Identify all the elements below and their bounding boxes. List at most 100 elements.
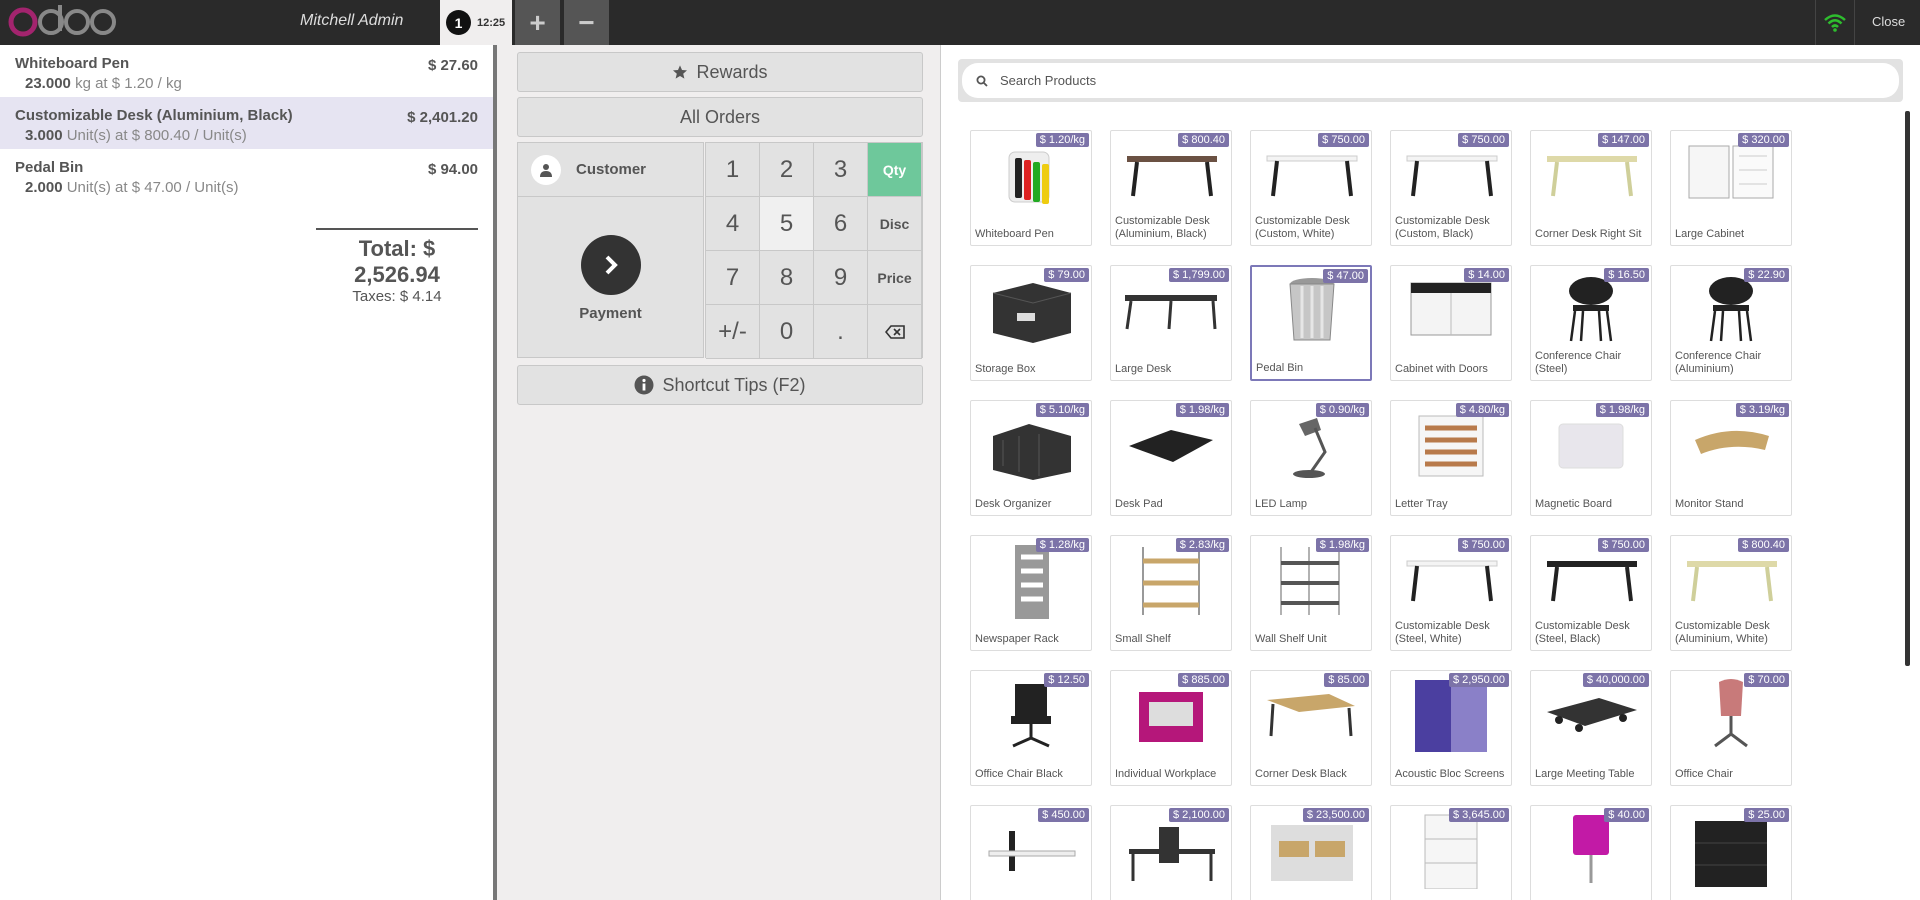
product-card[interactable]: $ 85.00 Corner Desk Black [1250, 670, 1372, 786]
payment-label: Payment [579, 305, 642, 322]
product-card[interactable]: $ 4.80/kg Letter Tray [1390, 400, 1512, 516]
search-placeholder: Search Products [1000, 73, 1097, 88]
product-scrollbar[interactable] [1905, 111, 1910, 666]
numpad-key-decimal[interactable]: . [814, 305, 868, 359]
orderline[interactable]: Pedal Bin $ 94.00 2.000 Unit(s) at $ 47.… [0, 149, 493, 201]
numpad-key-6[interactable]: 6 [814, 197, 868, 251]
payment-button[interactable]: Payment [518, 197, 703, 322]
product-card[interactable]: $ 79.00 Storage Box [970, 265, 1092, 381]
product-name: Customizable Desk (Steel, White) [1395, 620, 1490, 645]
numpad-key-3[interactable]: 3 [814, 143, 868, 197]
customer-button[interactable]: Customer [518, 143, 703, 197]
orderline[interactable]: Whiteboard Pen $ 27.60 23.000 kg at $ 1.… [0, 45, 493, 97]
product-name: Customizable Desk (Steel, Black) [1535, 620, 1630, 645]
order-tab[interactable]: 1 12:25 [440, 0, 512, 45]
product-card[interactable]: $ 16.50 Conference Chair (Steel) [1530, 265, 1652, 381]
product-card[interactable]: $ 320.00 Large Cabinet [1670, 130, 1792, 246]
product-card[interactable]: $ 3.19/kg Monitor Stand [1670, 400, 1792, 516]
product-price: $ 1,799.00 [1169, 268, 1229, 282]
product-card[interactable]: $ 2,950.00 Acoustic Bloc Screens [1390, 670, 1512, 786]
product-card[interactable]: $ 12.50 Office Chair Black [970, 670, 1092, 786]
shortcut-tips-button[interactable]: Shortcut Tips (F2) [517, 365, 923, 405]
product-card[interactable]: $ 750.00 Customizable Desk (Custom, Black… [1390, 130, 1512, 246]
product-card[interactable]: $ 885.00 Individual Workplace [1110, 670, 1232, 786]
rewards-button[interactable]: Rewards [517, 52, 923, 92]
product-price: $ 1.20/kg [1035, 133, 1089, 147]
product-image-workplace [1119, 677, 1223, 753]
product-card[interactable]: $ 23,500.00 [1250, 805, 1372, 900]
product-card[interactable]: $ 800.40 Customizable Desk (Aluminium, Wh… [1670, 535, 1792, 651]
disc-mode-button[interactable]: Disc [868, 197, 922, 251]
product-name: Conference Chair (Aluminium) [1675, 350, 1762, 375]
add-order-button[interactable]: + [515, 0, 560, 45]
cashier-name[interactable]: Mitchell Admin [300, 12, 403, 30]
price-mode-button[interactable]: Price [868, 251, 922, 305]
product-price: $ 3,645.00 [1449, 808, 1509, 822]
product-name: Large Meeting Table [1535, 768, 1635, 780]
product-card[interactable]: $ 800.40 Customizable Desk (Aluminium, Bl… [1110, 130, 1232, 246]
wifi-status-button[interactable] [1815, 0, 1855, 45]
order-number: 1 [446, 10, 471, 35]
product-card[interactable]: $ 450.00 [970, 805, 1092, 900]
product-card[interactable]: $ 147.00 Corner Desk Right Sit [1530, 130, 1652, 246]
orderline-selected[interactable]: Customizable Desk (Aluminium, Black) $ 2… [0, 97, 493, 149]
numpad-key-2[interactable]: 2 [760, 143, 814, 197]
numpad-key-7[interactable]: 7 [706, 251, 760, 305]
product-image-rack [979, 542, 1083, 619]
product-card[interactable]: $ 25.00 [1670, 805, 1792, 900]
product-card[interactable]: $ 1.98/kg Wall Shelf Unit [1250, 535, 1372, 651]
numpad-key-0[interactable]: 0 [760, 305, 814, 359]
numpad-key-1[interactable]: 1 [706, 143, 760, 197]
orderline-price: $ 2,401.20 [407, 109, 478, 126]
search-input[interactable]: Search Products [962, 63, 1899, 98]
product-price: $ 70.00 [1744, 673, 1789, 687]
product-image-desk-white [1259, 137, 1363, 213]
product-card[interactable]: $ 750.00 Customizable Desk (Steel, Black) [1530, 535, 1652, 651]
orderline-qty: 3.000 [25, 127, 63, 144]
product-price: $ 750.00 [1458, 538, 1509, 552]
product-card[interactable]: $ 1.20/kg Whiteboard Pen [970, 130, 1092, 246]
product-price: $ 3.19/kg [1735, 403, 1789, 417]
product-card[interactable]: $ 14.00 Cabinet with Doors [1390, 265, 1512, 381]
qty-mode-button[interactable]: Qty [868, 143, 922, 197]
numpad-key-sign[interactable]: +/- [706, 305, 760, 359]
close-button[interactable]: Close [1872, 14, 1905, 29]
product-image-desk-black [1539, 542, 1643, 618]
numpad-key-9[interactable]: 9 [814, 251, 868, 305]
product-card[interactable]: $ 5.10/kg Desk Organizer [970, 400, 1092, 516]
product-card[interactable]: $ 1.28/kg Newspaper Rack [970, 535, 1092, 651]
product-card[interactable]: $ 40.00 [1530, 805, 1652, 900]
numpad-key-8[interactable]: 8 [760, 251, 814, 305]
product-price: $ 14.00 [1464, 268, 1509, 282]
product-image-desk-white [1399, 137, 1503, 213]
product-card[interactable]: $ 2.83/kg Small Shelf [1110, 535, 1232, 651]
product-image-desk-white [1399, 542, 1503, 618]
product-card[interactable]: $ 750.00 Customizable Desk (Steel, White) [1390, 535, 1512, 651]
numpad-key-4[interactable]: 4 [706, 197, 760, 251]
product-card[interactable]: $ 2,100.00 [1110, 805, 1232, 900]
product-name: Cabinet with Doors [1395, 363, 1488, 375]
orderline-detail: kg at $ 1.20 / kg [75, 75, 182, 92]
product-card[interactable]: $ 750.00 Customizable Desk (Custom, White… [1250, 130, 1372, 246]
product-card[interactable]: $ 0.90/kg LED Lamp [1250, 400, 1372, 516]
product-price: $ 450.00 [1038, 808, 1089, 822]
product-price: $ 4.80/kg [1455, 403, 1509, 417]
product-price: $ 2.83/kg [1175, 538, 1229, 552]
orderline-qty: 23.000 [25, 75, 71, 92]
all-orders-button[interactable]: All Orders [517, 97, 923, 137]
product-card[interactable]: $ 40,000.00 Large Meeting Table [1530, 670, 1652, 786]
product-card[interactable]: $ 1.98/kg Desk Pad [1110, 400, 1232, 516]
backspace-button[interactable] [868, 305, 922, 359]
product-card[interactable]: $ 1.98/kg Magnetic Board [1530, 400, 1652, 516]
product-price: $ 85.00 [1324, 673, 1369, 687]
product-card[interactable]: $ 22.90 Conference Chair (Aluminium) [1670, 265, 1792, 381]
product-image-board [1539, 407, 1643, 483]
product-card[interactable]: $ 3,645.00 [1390, 805, 1512, 900]
product-card[interactable]: $ 70.00 Office Chair [1670, 670, 1792, 786]
product-price: $ 1.28/kg [1035, 538, 1089, 552]
customer-payment-block: Customer Payment [517, 142, 704, 358]
product-card[interactable]: $ 1,799.00 Large Desk [1110, 265, 1232, 381]
product-card[interactable]: $ 47.00 Pedal Bin [1250, 265, 1372, 381]
numpad-key-5[interactable]: 5 [760, 197, 814, 251]
delete-order-button[interactable]: − [564, 0, 609, 45]
